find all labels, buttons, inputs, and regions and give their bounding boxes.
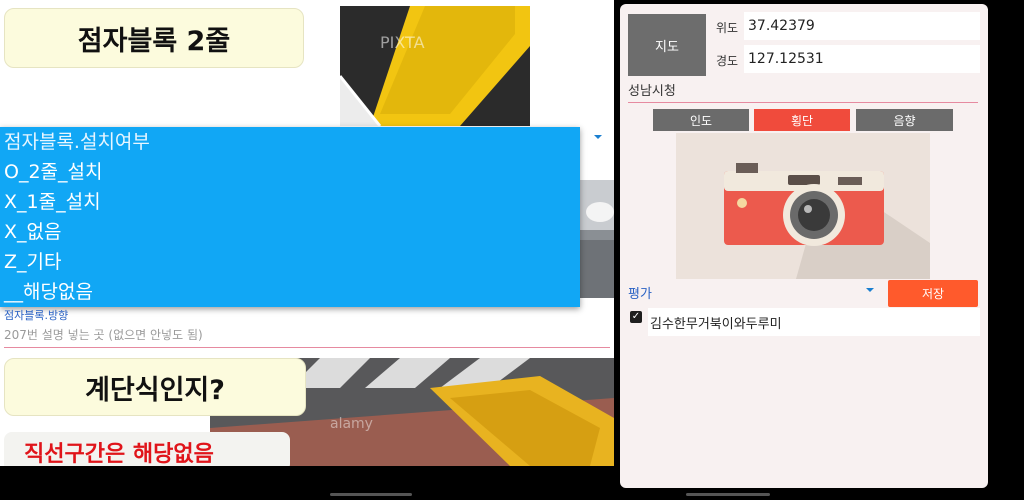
rating-label: 평가 — [628, 287, 652, 302]
dropdown-header: 점자블록.설치여부 — [4, 131, 150, 153]
dropdown-option[interactable]: __해당없음 — [0, 277, 580, 307]
save-button[interactable]: 저장 — [888, 280, 978, 307]
photo-street-svg — [580, 180, 614, 298]
rating-dropdown-arrow-icon[interactable] — [866, 288, 874, 292]
latitude-label: 위도 — [716, 21, 739, 35]
photo-street-side — [580, 180, 614, 298]
tab-sound[interactable]: 음향 — [856, 109, 953, 131]
watermark-pixta: PIXTA — [380, 33, 425, 52]
map-button[interactable]: 지도 — [628, 14, 706, 76]
install-dropdown-menu[interactable]: 점자블록.설치여부 O_2줄_설치 X_1줄_설치 X_없음 Z_기타 __해당… — [0, 127, 580, 307]
checkbox[interactable]: ✓ — [630, 311, 642, 323]
longitude-label: 경도 — [716, 54, 739, 68]
place-field[interactable]: 성남시청 — [628, 80, 978, 103]
right-pane: 지도 위도 37.42379 경도 127.12531 성남시청 인도 횡단 음… — [620, 4, 988, 488]
dropdown-option[interactable]: O_2줄_설치 — [0, 157, 580, 187]
description-input[interactable]: 207번 설명 넣는 곳 (없으면 안넣도 됨) — [4, 326, 610, 348]
nav-bar-line — [330, 493, 412, 496]
title-card-stairs: 계단식인지? — [4, 358, 306, 416]
camera-icon — [676, 133, 930, 279]
red-note-text: 직선구간은 해당없음 — [4, 432, 290, 466]
nav-bar-line — [686, 493, 770, 496]
longitude-field[interactable]: 127.12531 — [744, 45, 980, 73]
latitude-field[interactable]: 37.42379 — [744, 12, 980, 40]
photo-braille-block: PIXTA — [340, 6, 530, 126]
dropdown-option[interactable]: X_1줄_설치 — [0, 187, 580, 217]
left-pane: 점자블록 2줄 PIXTA 점자블록.설치여부 O_2줄_설치 X_1줄_설치 … — [0, 0, 614, 466]
title-card-braille: 점자블록 2줄 — [4, 8, 304, 68]
direction-label: 점자블록.방향 — [4, 309, 69, 322]
tab-crossing[interactable]: 횡단 — [754, 109, 850, 131]
tab-sidewalk[interactable]: 인도 — [653, 109, 749, 131]
camera-photo-button[interactable] — [676, 133, 930, 279]
dropdown-option[interactable]: Z_기타 — [0, 247, 580, 277]
watermark-alamy: alamy — [330, 416, 373, 432]
dropdown-option[interactable]: X_없음 — [0, 217, 580, 247]
name-input[interactable]: 김수한무거북이와두루미 — [648, 308, 980, 336]
photo-braille-svg: PIXTA — [340, 6, 530, 126]
dropdown-arrow-icon[interactable] — [594, 135, 602, 139]
